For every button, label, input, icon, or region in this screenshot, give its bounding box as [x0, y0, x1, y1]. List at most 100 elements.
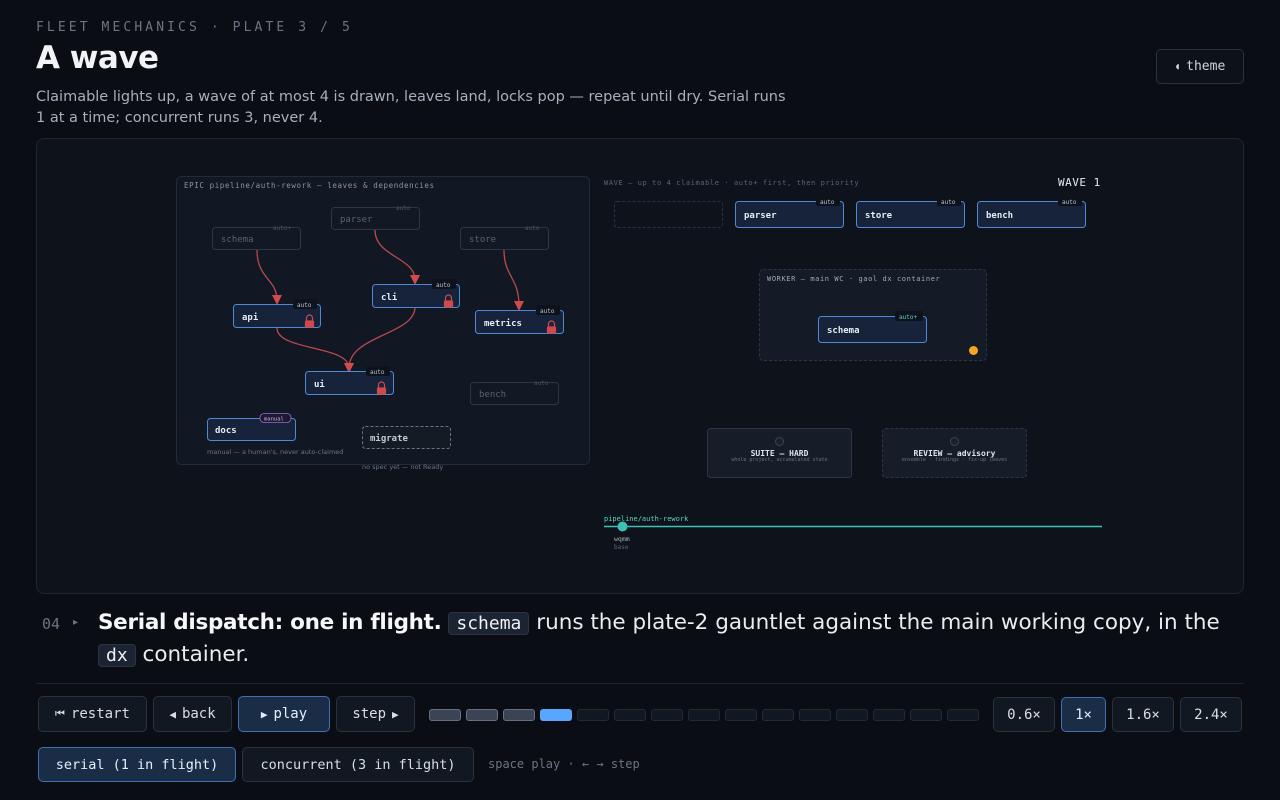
progress-step-14[interactable]	[910, 709, 942, 721]
migrate-note: no spec yet — not Ready	[362, 463, 443, 471]
worker-label: WORKER — main WC · gaol dx container	[767, 275, 940, 283]
svg-text:manual: manual	[264, 417, 284, 423]
triangle-right-icon: ▶	[392, 707, 399, 721]
progress-step-7[interactable]	[651, 709, 683, 721]
branch-timeline: pipeline/auth-rework wqmm base	[604, 515, 1102, 551]
review-box: REVIEW — advisory ensemble · findings · …	[882, 428, 1027, 478]
speed-1-6-button[interactable]: 1.6×	[1112, 697, 1174, 732]
progress-step-8[interactable]	[688, 709, 720, 721]
progress-step-6[interactable]	[614, 709, 646, 721]
progress-step-5[interactable]	[577, 709, 609, 721]
page-subtitle: Claimable lights up, a wave of at most 4…	[36, 89, 786, 126]
wave-slot-store[interactable]: auto store	[856, 196, 965, 228]
commit-dot	[617, 521, 628, 532]
theme-toggle-button[interactable]: ◖ theme	[1156, 49, 1244, 84]
svg-text:store: store	[865, 211, 893, 221]
svg-text:parser: parser	[340, 215, 373, 225]
svg-text:auto: auto	[820, 199, 835, 206]
triangle-left-icon: ◀	[169, 707, 176, 721]
step-caption: 04 ▸ Serial dispatch: one in flight. sch…	[36, 606, 1244, 678]
svg-text:migrate: migrate	[370, 433, 409, 444]
svg-text:auto: auto	[297, 302, 312, 309]
step-code-dx: dx	[98, 644, 136, 667]
play-button[interactable]: ▶ play	[238, 696, 330, 732]
svg-text:bench: bench	[986, 211, 1013, 221]
node-schema[interactable]: schema auto+	[212, 225, 301, 250]
keyboard-hint: space play · ← → step	[488, 757, 640, 771]
skip-back-icon: ⏮	[55, 707, 65, 720]
step-progress	[429, 709, 979, 721]
node-store[interactable]: store auto	[460, 225, 549, 250]
svg-text:whole project, accumulated sta: whole project, accumulated state	[731, 457, 827, 463]
worker-panel: WORKER — main WC · gaol dx container aut…	[759, 269, 987, 361]
svg-text:auto: auto	[1062, 199, 1077, 206]
progress-step-13[interactable]	[873, 709, 905, 721]
back-button[interactable]: ◀ back	[153, 696, 232, 732]
half-moon-icon: ◖	[1174, 61, 1181, 72]
progress-step-10[interactable]	[762, 709, 794, 721]
step-mid: runs the plate-2 gauntlet against the ma…	[529, 610, 1220, 635]
commit-sub: base	[614, 544, 629, 551]
step-text: Serial dispatch: one in flight. schema r…	[98, 607, 1244, 671]
svg-text:ensemble · findings · fix-up l: ensemble · findings · fix-up leaves	[902, 457, 1007, 463]
wave-title: WAVE 1	[1058, 176, 1101, 189]
theme-button-label: theme	[1186, 59, 1226, 74]
wave-row: WAVE — up to 4 claimable · auto+ first, …	[604, 176, 1101, 228]
step-marker-icon: ▸	[73, 617, 79, 628]
step-lead: Serial dispatch: one in flight.	[98, 610, 442, 635]
svg-text:auto: auto	[540, 308, 555, 315]
progress-step-15[interactable]	[947, 709, 979, 721]
svg-text:metrics: metrics	[484, 318, 522, 329]
node-bench[interactable]: bench auto	[470, 380, 559, 405]
divider	[36, 683, 1244, 684]
node-parser[interactable]: parser auto	[331, 205, 420, 230]
docs-note: manual — a human's, never auto-claimed	[207, 448, 343, 456]
plate-eyebrow: FLEET MECHANICS · PLATE 3 / 5	[36, 20, 353, 35]
step-code-schema: schema	[448, 612, 530, 635]
commit-label: wqmm	[614, 535, 630, 543]
suite-box: SUITE — HARD whole project, accumulated …	[707, 428, 852, 478]
svg-text:schema: schema	[827, 326, 860, 336]
step-number: 04	[42, 615, 61, 633]
progress-step-3[interactable]	[503, 709, 535, 721]
progress-step-12[interactable]	[836, 709, 868, 721]
progress-step-1[interactable]	[429, 709, 461, 721]
mode-serial-button[interactable]: serial (1 in flight)	[38, 747, 236, 782]
svg-text:docs: docs	[215, 426, 237, 436]
svg-text:store: store	[469, 235, 496, 245]
step-button[interactable]: step ▶	[336, 696, 415, 732]
wave-caption: WAVE — up to 4 claimable · auto+ first, …	[604, 179, 859, 187]
svg-text:auto: auto	[525, 225, 540, 232]
restart-button[interactable]: ⏮ restart	[38, 696, 147, 732]
svg-text:auto+: auto+	[899, 314, 917, 321]
svg-text:auto: auto	[941, 199, 956, 206]
mode-concurrent-button[interactable]: concurrent (3 in flight)	[242, 747, 474, 782]
svg-text:auto: auto	[370, 369, 385, 376]
svg-text:auto: auto	[534, 380, 549, 387]
progress-step-2[interactable]	[466, 709, 498, 721]
svg-text:auto+: auto+	[273, 225, 291, 232]
wave-slot-parser[interactable]: auto parser	[735, 196, 844, 228]
branch-label: pipeline/auth-rework	[604, 515, 689, 523]
worker-status-dot	[969, 346, 978, 355]
speed-2-4-button[interactable]: 2.4×	[1180, 697, 1242, 732]
progress-step-11[interactable]	[799, 709, 831, 721]
diagram-stage: EPIC pipeline/auth-rework — leaves & dep…	[36, 138, 1244, 594]
svg-text:schema: schema	[221, 235, 254, 245]
speed-1-button[interactable]: 1×	[1061, 697, 1106, 732]
svg-text:bench: bench	[479, 390, 506, 400]
svg-text:cli: cli	[381, 292, 398, 303]
svg-text:parser: parser	[744, 211, 777, 221]
wave-slot-bench[interactable]: auto bench	[977, 196, 1086, 228]
progress-step-9[interactable]	[725, 709, 757, 721]
svg-text:auto: auto	[436, 282, 451, 289]
epic-label: EPIC pipeline/auth-rework — leaves & dep…	[184, 181, 435, 190]
svg-text:ui: ui	[314, 379, 325, 390]
svg-text:auto: auto	[396, 205, 411, 212]
diagram-canvas: EPIC pipeline/auth-rework — leaves & dep…	[176, 176, 1102, 551]
progress-step-4[interactable]	[540, 709, 572, 721]
svg-text:api: api	[242, 312, 259, 323]
wave-slot-empty	[614, 201, 723, 228]
triangle-right-icon: ▶	[260, 707, 268, 721]
speed-0-6-button[interactable]: 0.6×	[993, 697, 1055, 732]
